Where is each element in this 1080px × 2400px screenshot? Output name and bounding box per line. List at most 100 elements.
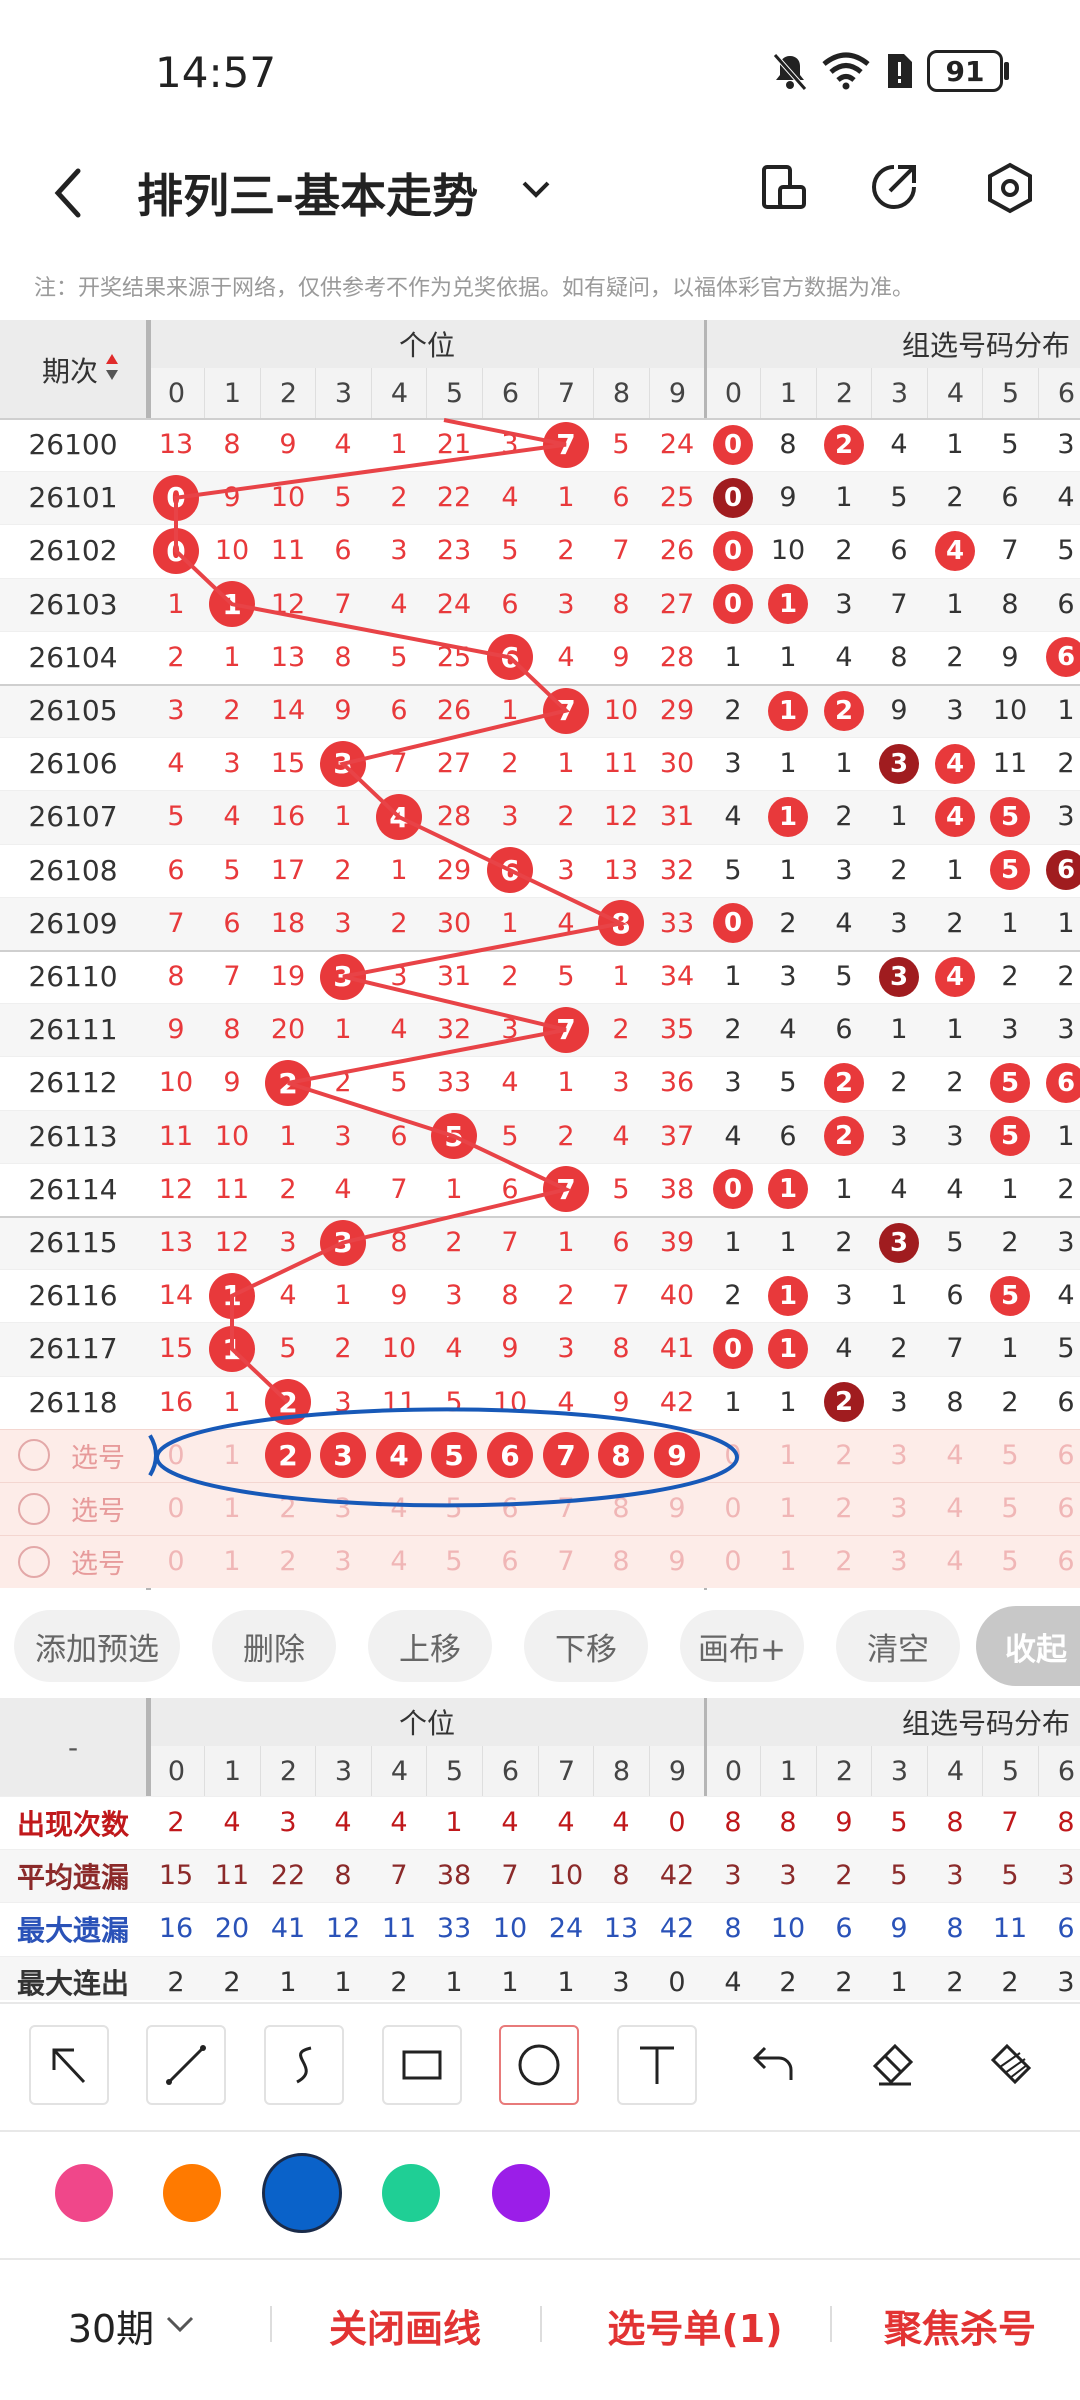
stats-group-value: 1 — [890, 1966, 908, 1998]
stats-section-left-header: 个位 — [150, 1698, 704, 1746]
stats-col-header: 6 — [482, 1746, 538, 1796]
arrow-tool-icon[interactable] — [29, 2025, 109, 2105]
undo-icon[interactable] — [734, 2025, 814, 2105]
stats-value: 4 — [390, 1807, 408, 1839]
stats-row-label: 最大遗漏 — [16, 1913, 129, 1947]
period-select[interactable]: 30期 — [60, 2290, 210, 2360]
stats-group-value: 3 — [1057, 1860, 1075, 1892]
canvas-plus-button[interactable]: 画布+ — [680, 1610, 804, 1682]
stats-value: 1 — [445, 1807, 463, 1839]
stats-row-label: 最大连出 — [16, 1967, 129, 2000]
share-icon[interactable] — [868, 161, 920, 213]
color-swatch[interactable] — [163, 2164, 221, 2222]
color-swatch[interactable] — [262, 2153, 342, 2233]
stats-value: 15 — [158, 1860, 194, 1892]
stats-value: 4 — [334, 1807, 352, 1839]
stats-row-label: 出现次数 — [16, 1807, 129, 1841]
stats-group-value: 2 — [946, 1966, 964, 1998]
stats-col-header: 0 — [148, 1746, 204, 1796]
stats-value: 2 — [223, 1966, 241, 1998]
stats-table: - 个位 组选号码分布 0 1 2 3 4 5 6 7 8 9 0 1 2 3 4 5 6 出现次数 2 4 3 4 4 1 4… — [0, 1698, 1080, 2000]
stats-value: 3 — [279, 1807, 297, 1839]
stats-group-value: 8 — [946, 1913, 964, 1945]
stats-group-value: 9 — [890, 1913, 908, 1945]
stats-value: 33 — [436, 1913, 472, 1945]
pick-list-button[interactable]: 选号单(1) — [570, 2290, 820, 2360]
stats-value: 10 — [548, 1860, 584, 1892]
rectangle-tool-icon[interactable] — [382, 2025, 462, 2105]
clear-brush-icon[interactable] — [970, 2025, 1050, 2105]
stats-value: 11 — [381, 1913, 417, 1945]
stats-col-header-right: 4 — [927, 1746, 983, 1796]
drawn-ellipse[interactable] — [155, 1407, 739, 1508]
stats-group-value: 5 — [890, 1860, 908, 1892]
page-title[interactable]: 排列三-基本走势 — [137, 160, 478, 226]
color-swatch[interactable] — [382, 2164, 440, 2222]
trend-table[interactable]: 期次 个位 组选号码分布 0 1 2 3 4 5 6 7 8 9 0 1 2 3 4 5 6 26100 13 8 9 4… — [0, 320, 1080, 1590]
stats-col-header: 5 — [426, 1746, 482, 1796]
stats-group-value: 8 — [779, 1807, 797, 1839]
focus-kill-button[interactable]: 聚焦杀号 — [850, 2290, 1070, 2360]
stats-value: 42 — [659, 1860, 695, 1892]
back-icon[interactable] — [48, 165, 88, 221]
delete-button[interactable]: 删除 — [212, 1610, 336, 1682]
stats-value: 41 — [270, 1913, 306, 1945]
stats-row-label: 平均遗漏 — [16, 1860, 129, 1894]
stats-group-value: 2 — [835, 1966, 853, 1998]
line-tool-icon[interactable] — [146, 2025, 226, 2105]
move-down-button[interactable]: 下移 — [524, 1610, 648, 1682]
stats-value: 1 — [279, 1966, 297, 1998]
stats-value: 8 — [334, 1860, 352, 1892]
stats-value: 1 — [557, 1966, 575, 1998]
stats-value: 4 — [557, 1807, 575, 1839]
mute-icon — [773, 53, 807, 91]
stats-value: 4 — [223, 1807, 241, 1839]
collapse-button[interactable]: 收起 — [976, 1606, 1080, 1686]
stats-value: 13 — [603, 1913, 639, 1945]
wifi-icon — [822, 52, 870, 90]
curve-tool-icon[interactable] — [264, 2025, 344, 2105]
stats-value: 2 — [167, 1966, 185, 1998]
add-preselect-button[interactable]: 添加预选 — [14, 1610, 180, 1682]
circle-tool-icon[interactable] — [499, 2025, 579, 2105]
settings-icon[interactable] — [984, 161, 1036, 215]
stats-group-value: 8 — [724, 1913, 742, 1945]
stats-col-header-right: 2 — [816, 1746, 872, 1796]
action-bar: 添加预选 删除 上移 下移 画布+ 清空 收起 — [0, 1590, 1080, 1700]
stats-value: 8 — [612, 1860, 630, 1892]
app-header: 排列三-基本走势 — [0, 145, 1080, 275]
text-tool-icon[interactable] — [617, 2025, 697, 2105]
stats-group-value: 2 — [835, 1860, 853, 1892]
eraser-icon[interactable] — [852, 2025, 932, 2105]
battery-icon: 91 — [927, 50, 1003, 92]
status-time: 14:57 — [155, 48, 277, 97]
stats-value: 0 — [668, 1807, 686, 1839]
period-select-label: 30期 — [67, 2306, 155, 2351]
layout-icon[interactable] — [758, 163, 808, 215]
stats-group-value: 3 — [1057, 1966, 1075, 1998]
stats-col-header: 1 — [204, 1746, 260, 1796]
stats-group-value: 2 — [1001, 1966, 1019, 1998]
stats-value: 22 — [270, 1860, 306, 1892]
color-swatch[interactable] — [492, 2164, 550, 2222]
clear-button[interactable]: 清空 — [836, 1610, 960, 1682]
stats-group-value: 10 — [770, 1913, 806, 1945]
move-up-button[interactable]: 上移 — [368, 1610, 492, 1682]
close-lines-button[interactable]: 关闭画线 — [300, 2290, 510, 2360]
stats-col-header: 4 — [371, 1746, 427, 1796]
battery-level: 91 — [945, 54, 985, 88]
dropdown-chevron-icon[interactable] — [518, 175, 554, 205]
stats-group-value: 11 — [992, 1913, 1028, 1945]
stats-group-value: 6 — [835, 1913, 853, 1945]
sim-alert-icon — [888, 54, 912, 88]
color-swatch[interactable] — [55, 2164, 113, 2222]
stats-col-header: 7 — [538, 1746, 594, 1796]
stats-value: 0 — [668, 1966, 686, 1998]
stats-value: 1 — [445, 1966, 463, 1998]
stats-value: 1 — [334, 1966, 352, 1998]
stats-group-value: 8 — [724, 1807, 742, 1839]
chevron-down-icon — [167, 2316, 194, 2333]
stats-group-value: 3 — [724, 1860, 742, 1892]
stats-value: 2 — [167, 1807, 185, 1839]
stats-value: 42 — [659, 1913, 695, 1945]
